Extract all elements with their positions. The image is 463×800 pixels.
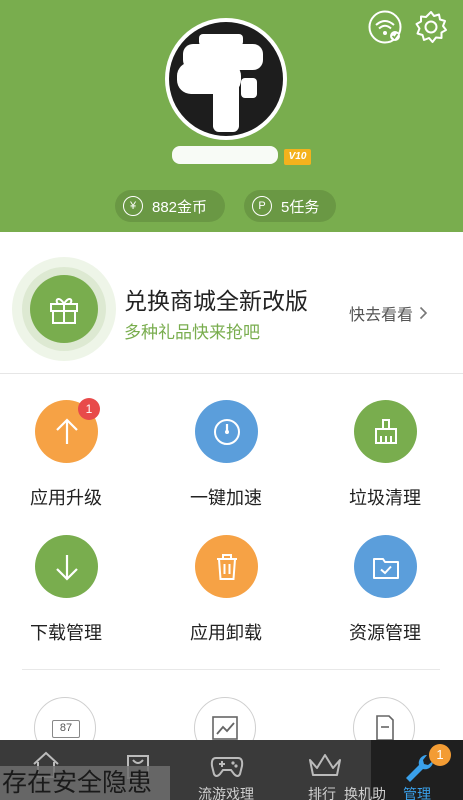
nav-label: 流游戏理 (198, 786, 254, 800)
gift-button (30, 275, 98, 343)
divider (22, 669, 440, 670)
banner-subtitle: 多种礼品快来抢吧 (124, 323, 260, 342)
tool-label: 下载管理 (30, 623, 102, 643)
nav-games[interactable]: 流游戏理 (180, 740, 272, 800)
trend-chart-icon (212, 716, 238, 740)
tool-label: 垃圾清理 (349, 488, 421, 508)
speedometer-icon (214, 419, 240, 445)
tool-label: 资源管理 (349, 623, 421, 643)
security-toast: 存在安全隐患 (0, 766, 170, 800)
tool-label: 一键加速 (190, 488, 262, 508)
vip-level-badge: V10 (284, 149, 311, 165)
arrow-up-icon (56, 418, 78, 444)
uninstall-circle (195, 535, 258, 598)
trash-icon (217, 554, 237, 580)
junk-clean-circle (354, 400, 417, 463)
exchange-mall-banner[interactable]: 兑换商城全新改版 多种礼品快来抢吧 快去看看 (0, 232, 463, 374)
settings-button[interactable] (414, 10, 448, 44)
gamepad-icon (210, 757, 244, 777)
username (172, 146, 278, 164)
download-circle (35, 535, 98, 598)
wifi-transfer-button[interactable] (368, 10, 402, 44)
coin-icon: ¥ (123, 196, 143, 216)
tool-label: 应用升级 (30, 488, 102, 508)
document-icon (376, 715, 394, 741)
avatar[interactable] (169, 22, 283, 136)
profile-header: V10 ¥ 882金币 P 5任务 (0, 0, 463, 232)
tool-app-uninstall[interactable]: 应用卸载 (156, 535, 296, 655)
nav-under-text: 换机助 (344, 786, 386, 800)
tool-app-upgrade[interactable]: 1 应用升级 (0, 398, 136, 520)
tool-download-manager[interactable]: 下载管理 (0, 535, 136, 655)
chevron-right-icon (419, 306, 428, 320)
gift-icon (50, 298, 78, 324)
broom-icon (375, 419, 397, 444)
manage-badge: 1 (429, 744, 451, 766)
banner-link[interactable]: 快去看看 (349, 301, 428, 325)
tasks-label: 5任务 (281, 198, 320, 216)
wifi-icon (368, 10, 402, 44)
tool-one-key-speedup[interactable]: 一键加速 (156, 400, 296, 520)
tool-resource-manager[interactable]: 资源管理 (315, 535, 455, 655)
folder-check-icon (373, 558, 399, 579)
resource-circle (354, 535, 417, 598)
banner-link-label: 快去看看 (349, 307, 414, 324)
tasks-chip[interactable]: P 5任务 (244, 190, 336, 222)
coins-label: 882金币 (152, 198, 208, 216)
tool-label: 应用卸载 (190, 623, 262, 643)
arrow-down-icon (56, 555, 78, 581)
banner-title: 兑换商城全新改版 (124, 288, 308, 314)
speedup-circle (195, 400, 258, 463)
coins-chip[interactable]: ¥ 882金币 (115, 190, 225, 222)
task-icon: P (252, 196, 272, 216)
update-count-badge: 1 (78, 398, 100, 420)
gear-icon (415, 11, 447, 43)
tool-junk-clean[interactable]: 垃圾清理 (315, 400, 455, 520)
battery-icon: 87 (52, 720, 80, 738)
crown-icon (309, 754, 341, 776)
